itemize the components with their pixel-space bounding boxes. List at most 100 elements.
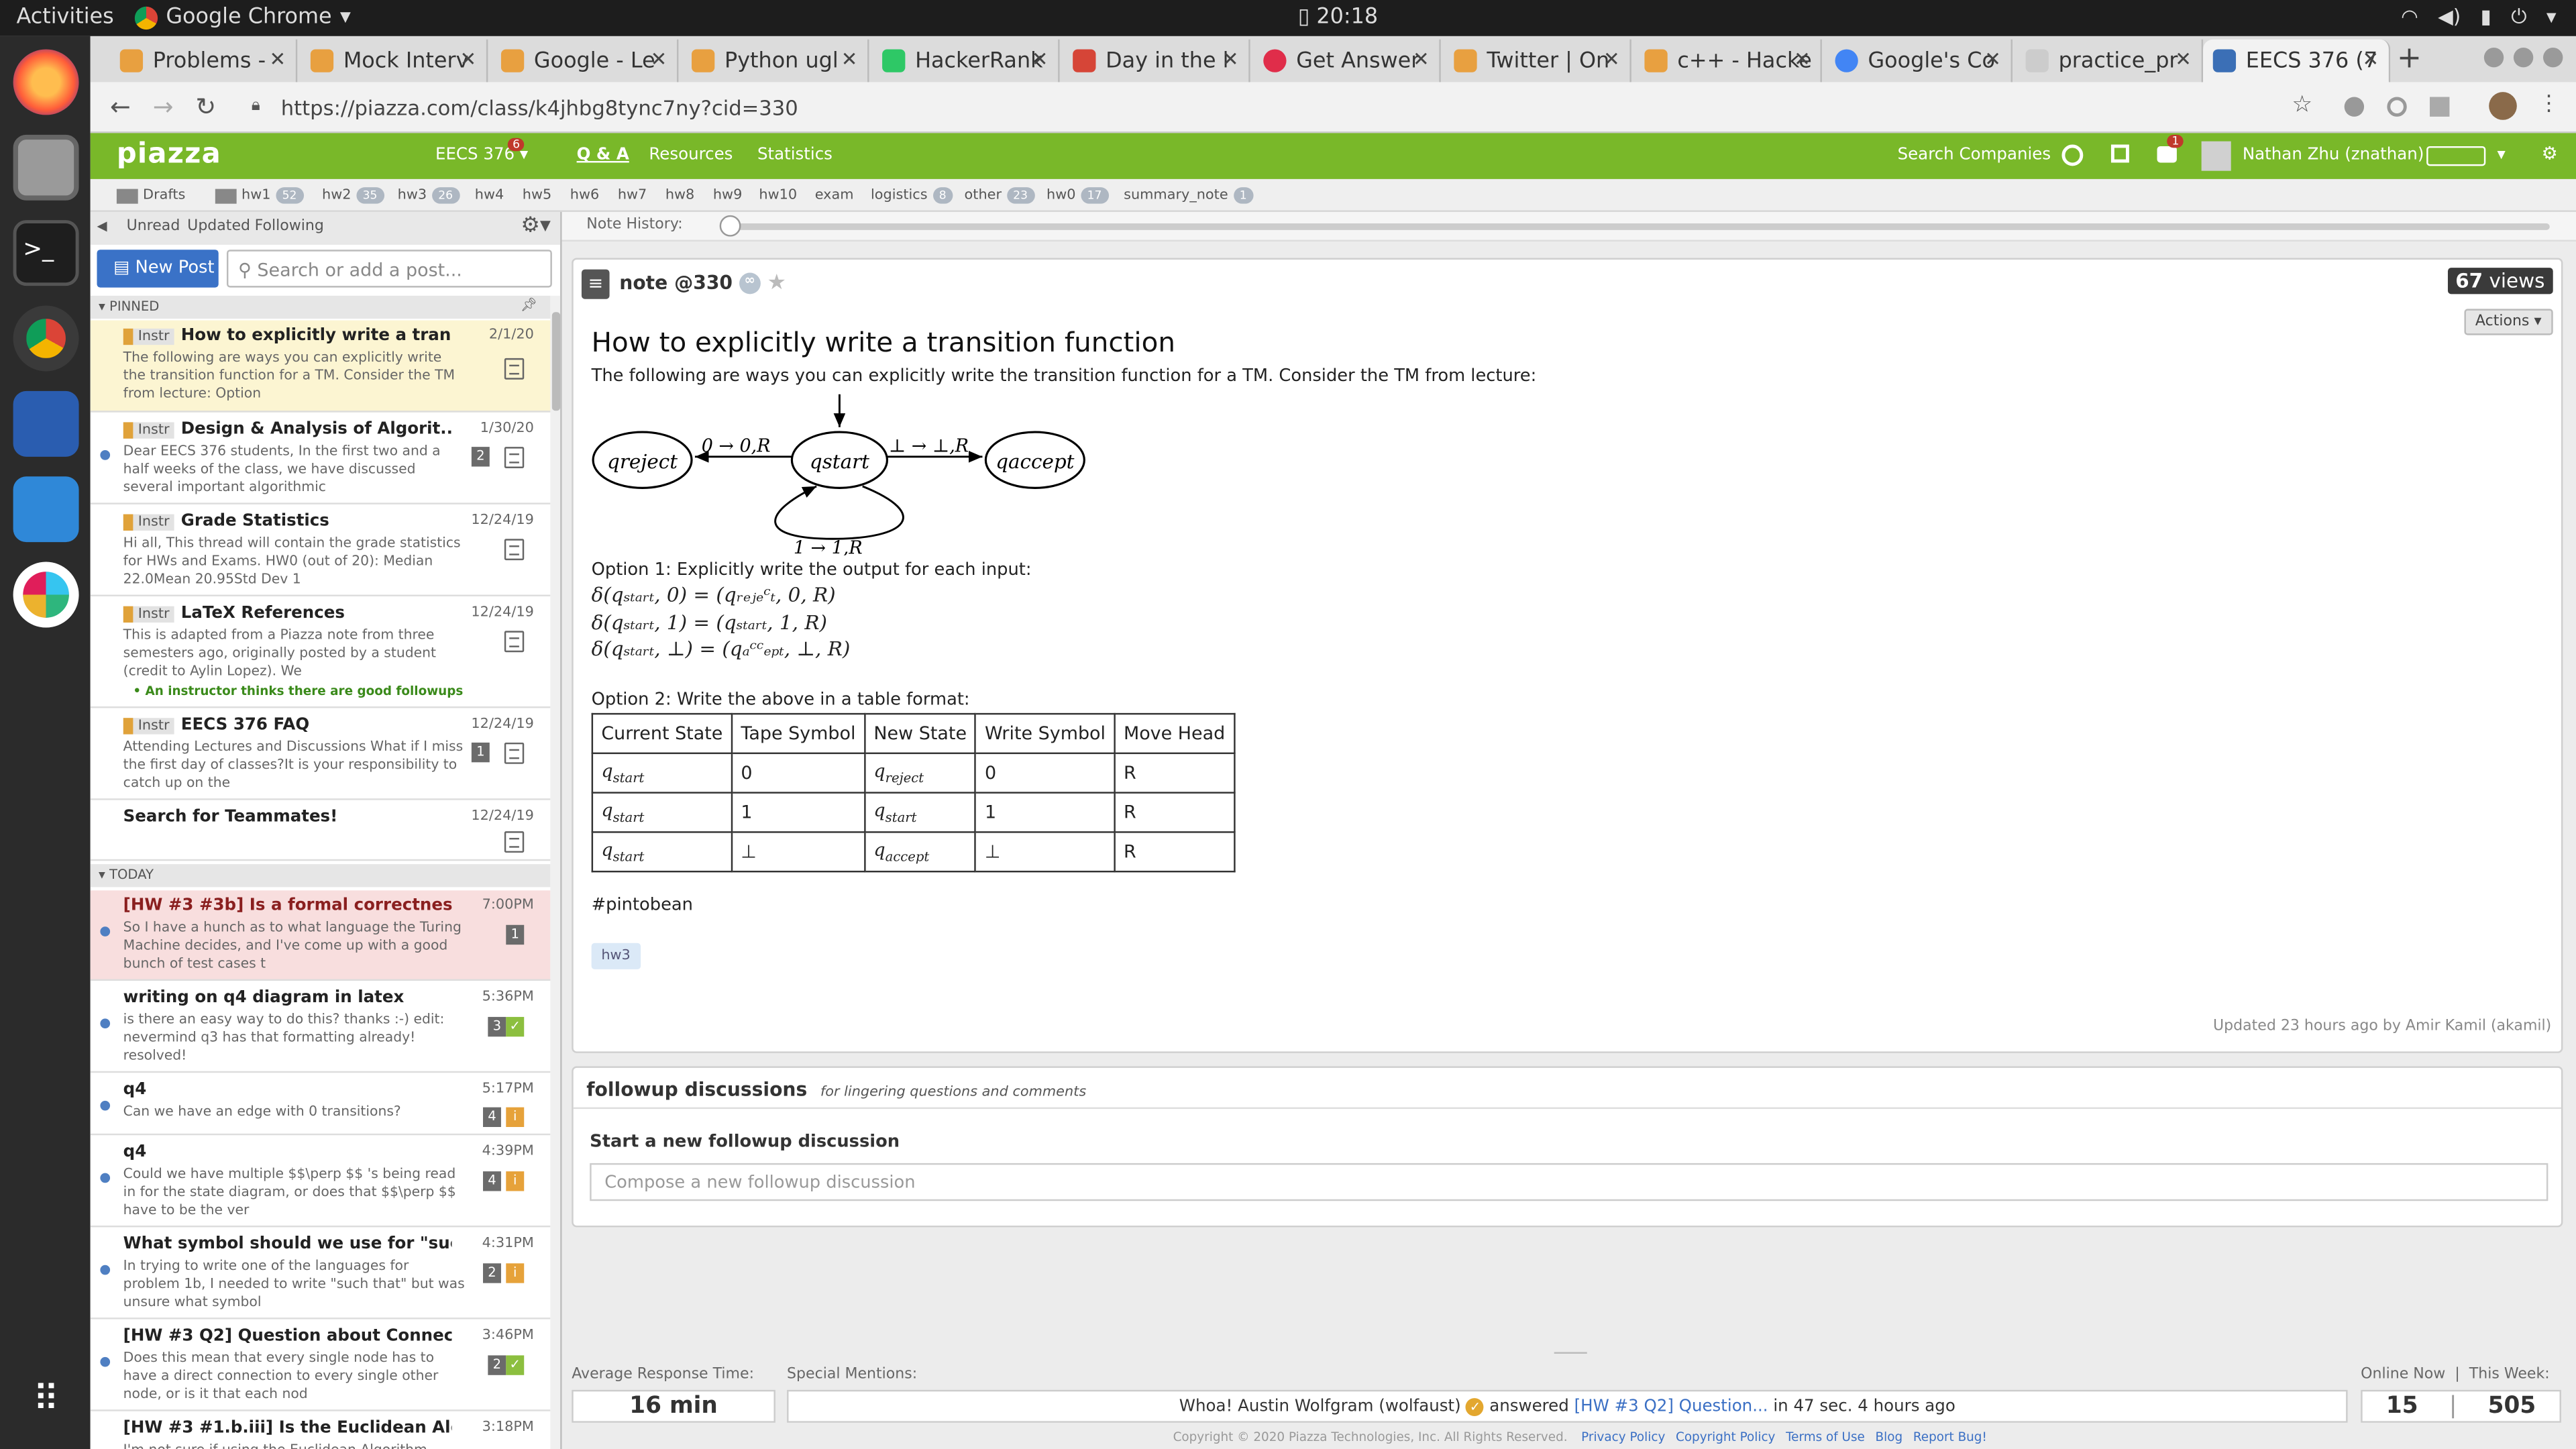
extension-icon[interactable] xyxy=(2344,97,2365,117)
system-tray[interactable]: ◠ ◀) ▮ ⏻ ▾ xyxy=(2401,5,2557,30)
extension-icon[interactable] xyxy=(2430,97,2450,117)
close-icon[interactable]: ✕ xyxy=(1413,48,1430,70)
star-icon[interactable]: ★ xyxy=(767,271,787,296)
avatar[interactable] xyxy=(2489,92,2517,120)
chrome-dock-icon[interactable] xyxy=(13,305,79,372)
history-slider[interactable] xyxy=(726,223,2550,230)
files-icon[interactable] xyxy=(13,134,79,201)
mention-post-link[interactable]: [HW #3 Q2] Question... xyxy=(1574,1398,1768,1416)
browser-tab[interactable]: Twitter | On ✕ xyxy=(1444,39,1631,83)
filter-following[interactable]: Following xyxy=(255,219,324,235)
user-avatar[interactable] xyxy=(2201,141,2231,171)
folder-hw2[interactable]: hw2 35 xyxy=(322,187,384,204)
calendar-icon[interactable] xyxy=(2110,144,2129,163)
maximize-icon[interactable] xyxy=(2513,48,2534,68)
new-tab-button[interactable]: + xyxy=(2397,41,2422,75)
footer-link[interactable]: Copyright Policy xyxy=(1676,1430,1775,1444)
filter-unread[interactable]: Unread xyxy=(127,219,180,235)
link-icon[interactable]: ∞ xyxy=(739,272,761,294)
nav-resources[interactable]: Resources xyxy=(649,146,733,164)
today-post[interactable]: What symbol should we use for "such ... … xyxy=(90,1229,551,1320)
folder-hw6[interactable]: hw6 xyxy=(570,187,599,203)
firefox-icon[interactable] xyxy=(13,49,79,115)
show-apps-icon[interactable]: ⠿ xyxy=(13,1370,79,1436)
today-section-header[interactable]: ▾ TODAY xyxy=(90,864,551,888)
browser-tab[interactable]: Problems - ✕ xyxy=(110,39,298,83)
pinned-post[interactable]: Instr EECS 376 FAQ 12/24/19 Attending Lec… xyxy=(90,710,551,800)
browser-tab[interactable]: c++ - Hacke ✕ xyxy=(1635,39,1822,83)
folder-logistics[interactable]: logistics 8 xyxy=(871,187,953,204)
browser-tab[interactable]: Google's Co ✕ xyxy=(1825,39,2013,83)
search-companies-link[interactable]: Search Companies xyxy=(1898,146,2051,164)
actions-button[interactable]: Actions ▾ xyxy=(2463,309,2553,335)
collapse-icon[interactable]: ◀ xyxy=(97,219,107,233)
folder-other[interactable]: other 23 xyxy=(965,187,1034,204)
pinned-section-header[interactable]: ▾ PINNED 📌︎ xyxy=(90,295,551,319)
chevron-down-icon[interactable]: ▾ xyxy=(2497,146,2505,164)
footer-link[interactable]: Privacy Policy xyxy=(1581,1430,1665,1444)
browser-tab-active[interactable]: EECS 376 (7 ✕ xyxy=(2203,39,2391,83)
new-post-button[interactable]: ▤ New Post xyxy=(97,250,219,288)
close-icon[interactable]: ✕ xyxy=(1984,48,2001,70)
today-post[interactable]: writing on q4 diagram in latex 5:36PM is… xyxy=(90,982,551,1073)
slack-icon[interactable] xyxy=(13,561,79,628)
folder-drafts[interactable]: Drafts xyxy=(116,187,185,204)
today-post[interactable]: [HW #3 #1.b.iii] Is the Euclidean Algori… xyxy=(91,1413,551,1449)
class-switcher[interactable] xyxy=(2426,146,2486,166)
back-icon[interactable]: ← xyxy=(110,92,131,121)
browser-tab[interactable]: Mock Interv ✕ xyxy=(301,39,488,83)
footer-link[interactable]: Blog xyxy=(1876,1430,1903,1444)
reload-icon[interactable]: ↻ xyxy=(195,92,216,121)
folder-hw3[interactable]: hw3 26 xyxy=(398,187,460,204)
pinned-post[interactable]: Instr LaTeX References 12/24/19 This is a… xyxy=(90,598,551,708)
post-search-input[interactable]: ⚲ Search or add a post... xyxy=(226,250,552,288)
forward-icon[interactable]: → xyxy=(153,92,174,121)
folder-hw0[interactable]: hw0 17 xyxy=(1046,187,1109,204)
activities-button[interactable]: Activities xyxy=(16,5,113,30)
folder-hw7[interactable]: hw7 xyxy=(618,187,647,203)
gear-icon[interactable]: ⚙▾ xyxy=(521,213,551,238)
close-icon[interactable]: ✕ xyxy=(460,48,477,70)
close-icon[interactable]: ✕ xyxy=(1032,48,1049,70)
close-window-icon[interactable] xyxy=(2543,48,2563,68)
history-slider-handle[interactable] xyxy=(719,215,741,237)
today-post[interactable]: q4 5:17PM Can we have an edge with 0 tra… xyxy=(90,1075,551,1136)
gear-icon[interactable]: ⚙ xyxy=(2542,143,2558,164)
nav-qa[interactable]: Q & A xyxy=(577,146,629,164)
vscode-icon[interactable] xyxy=(13,476,79,543)
terminal-icon[interactable]: >_ xyxy=(13,220,79,286)
user-name[interactable]: Nathan Zhu (znathan) xyxy=(2243,146,2424,164)
browser-tab[interactable]: HackerRank ✕ xyxy=(872,39,1060,83)
globe-icon[interactable] xyxy=(2061,144,2084,166)
chat-icon[interactable] xyxy=(2157,146,2177,163)
browser-tab[interactable]: Python ugl ✕ xyxy=(682,39,869,83)
footer-link[interactable]: Report Bug! xyxy=(1913,1430,1987,1444)
browser-tab[interactable]: Get Answer ✕ xyxy=(1254,39,1441,83)
scrollbar-thumb[interactable] xyxy=(551,312,561,411)
piazza-logo[interactable]: piazza xyxy=(117,138,221,171)
folder-summary-note[interactable]: summary_note 1 xyxy=(1124,187,1254,204)
close-icon[interactable]: ✕ xyxy=(269,48,286,70)
close-icon[interactable]: ✕ xyxy=(841,48,858,70)
folder-tag[interactable]: hw3 xyxy=(591,943,641,969)
close-icon[interactable]: ✕ xyxy=(1222,48,1239,70)
menu-icon[interactable]: ⋮ xyxy=(2538,92,2560,117)
pinned-post[interactable]: Instr Grade Statistics 12/24/19 Hi all, T… xyxy=(90,506,551,596)
close-icon[interactable]: ✕ xyxy=(651,48,667,70)
minimize-icon[interactable] xyxy=(2483,48,2504,68)
folder-hw8[interactable]: hw8 xyxy=(665,187,694,203)
bookmark-star-icon[interactable]: ☆ xyxy=(2292,92,2312,118)
folder-hw5[interactable]: hw5 xyxy=(523,187,551,203)
url-field[interactable]: https://piazza.com/class/k4jhbg8tync7ny?… xyxy=(255,89,2338,126)
clock[interactable]: ▯ 20:18 xyxy=(1298,5,1378,30)
folder-exam[interactable]: exam xyxy=(815,187,854,203)
folder-hw10[interactable]: hw10 xyxy=(759,187,797,203)
folder-hw1[interactable]: hw1 52 xyxy=(215,187,304,204)
vscode-alt-icon[interactable] xyxy=(13,390,79,457)
today-post[interactable]: q4 4:39PM Could we have multiple $$\perp… xyxy=(90,1137,551,1228)
close-icon[interactable]: ✕ xyxy=(2175,48,2192,70)
pinned-post[interactable]: Instr Design & Analysis of Algorit... 1/3… xyxy=(90,414,551,504)
extension-icon[interactable] xyxy=(2387,97,2407,117)
folder-hw4[interactable]: hw4 xyxy=(475,187,504,203)
today-post[interactable]: [HW #3 #3b] Is a formal correctness pr..… xyxy=(90,890,551,981)
